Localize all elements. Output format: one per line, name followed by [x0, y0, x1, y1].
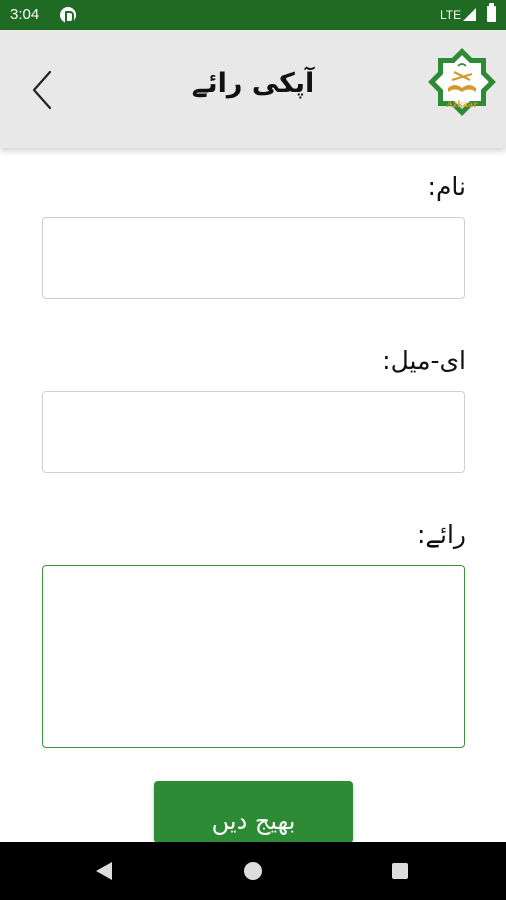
email-field[interactable]	[42, 391, 465, 473]
name-field[interactable]	[42, 217, 465, 299]
feedback-field[interactable]	[42, 565, 465, 748]
nav-home-icon[interactable]	[244, 862, 262, 880]
navigation-bar	[0, 842, 506, 900]
network-type: LTE	[440, 8, 462, 22]
name-label: نام:	[427, 172, 466, 201]
battery-icon	[487, 3, 496, 22]
nav-back-icon[interactable]	[96, 862, 112, 880]
app-bar: آپکی رائے Azkaar	[0, 30, 506, 148]
status-time: 3:04	[10, 6, 40, 23]
signal-icon	[463, 8, 476, 21]
logo-text: Azkaar	[446, 99, 478, 109]
feedback-label: رائے:	[416, 520, 466, 549]
nav-recents-icon[interactable]	[392, 863, 408, 879]
status-bar: 3:04 LTE	[0, 0, 506, 30]
send-button[interactable]: بھیج دیں	[154, 781, 353, 843]
email-label: ای-میل:	[382, 346, 466, 375]
notification-app-icon	[60, 7, 76, 23]
app-logo: Azkaar	[424, 44, 500, 120]
